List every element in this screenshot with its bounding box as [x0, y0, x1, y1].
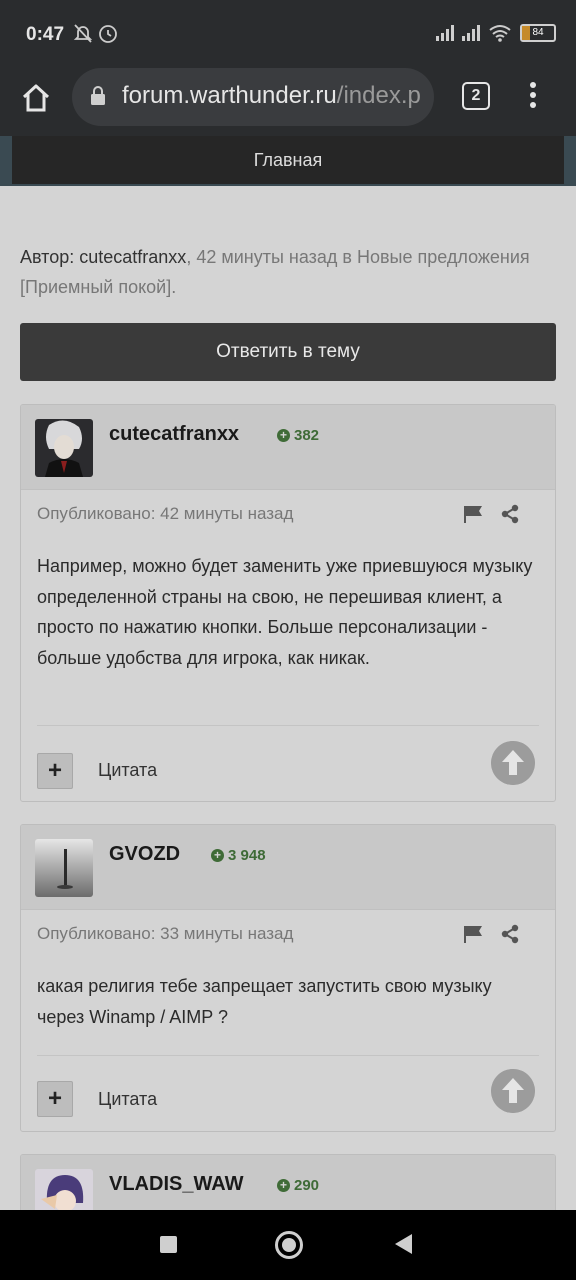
author-prefix: Автор: — [20, 247, 80, 267]
home-circle-icon[interactable] — [275, 1231, 303, 1259]
battery-icon: 84 — [520, 24, 556, 42]
mute-bell-icon — [73, 24, 117, 43]
post-header: GVOZD +3 948 — [21, 825, 555, 910]
status-time: 0:47 — [26, 24, 65, 45]
signal-icon — [462, 25, 480, 41]
upvote-icon[interactable] — [491, 741, 535, 785]
reputation-count: 382 — [294, 427, 320, 444]
multiquote-button[interactable]: + — [37, 1081, 73, 1117]
home-icon[interactable] — [18, 80, 54, 116]
browser-toolbar: forum.warthunder.ru/index.p 2 — [0, 66, 576, 136]
url-text: forum.warthunder.ru/index.p — [122, 82, 421, 110]
upvote-icon[interactable] — [491, 1069, 535, 1113]
post-author-name[interactable]: GVOZD — [109, 843, 180, 866]
lock-icon — [91, 86, 105, 105]
share-icon[interactable] — [500, 504, 520, 524]
recent-apps-icon[interactable] — [160, 1236, 177, 1253]
post-content: какая религия тебе запрещает запустить с… — [37, 976, 492, 1027]
post-content: Например, можно будет заменить уже приев… — [37, 556, 533, 668]
battery-level: 84 — [532, 27, 544, 38]
post-author-name[interactable]: VLADIS_WAW — [109, 1173, 243, 1196]
reputation-badge: +382 — [277, 427, 319, 444]
reputation-plus-icon: + — [277, 1179, 290, 1192]
signal-icon — [436, 25, 454, 41]
status-notification-icons — [72, 22, 120, 51]
address-bar[interactable]: forum.warthunder.ru/index.p — [72, 68, 434, 126]
reputation-plus-icon: + — [277, 429, 290, 442]
post-published-time: Опубликовано: 42 минуты назад — [37, 504, 294, 523]
reputation-badge: +290 — [277, 1177, 319, 1194]
system-navigation-bar — [0, 1210, 576, 1280]
reputation-count: 290 — [294, 1177, 320, 1194]
forum-post: GVOZD +3 948 Опубликовано: 33 минуты наз… — [20, 824, 556, 1132]
quote-button[interactable]: Цитата — [98, 760, 157, 781]
post-divider — [37, 1055, 539, 1056]
report-flag-icon[interactable] — [463, 925, 483, 943]
status-bar: 0:47 84 — [0, 0, 576, 66]
post-header: cutecatfranxx +382 — [21, 405, 555, 490]
reputation-count: 3 948 — [228, 847, 266, 864]
more-menu-icon[interactable] — [530, 82, 536, 112]
report-flag-icon[interactable] — [463, 505, 483, 523]
reply-to-topic-button[interactable]: Ответить в тему — [20, 323, 556, 381]
reputation-badge: +3 948 — [211, 847, 266, 864]
topic-author-line: Автор: cutecatfranxx, 42 минуты назад в … — [20, 242, 540, 302]
quote-button[interactable]: Цитата — [98, 1089, 157, 1110]
post-published-time: Опубликовано: 33 минуты назад — [37, 924, 294, 943]
back-icon[interactable] — [395, 1234, 412, 1254]
post-divider — [37, 725, 539, 726]
reputation-plus-icon: + — [211, 849, 224, 862]
wifi-icon — [489, 25, 511, 42]
url-path: /index.p — [336, 82, 421, 109]
multiquote-button[interactable]: + — [37, 753, 73, 789]
topic-author-link[interactable]: cutecatfranxx — [79, 247, 186, 267]
avatar[interactable] — [35, 839, 93, 897]
forum-post: cutecatfranxx +382 Опубликовано: 42 мину… — [20, 404, 556, 802]
nav-home-link[interactable]: Главная — [12, 136, 564, 184]
post-author-name[interactable]: cutecatfranxx — [109, 423, 239, 446]
tabs-icon[interactable]: 2 — [462, 82, 490, 110]
status-system-icons: 84 — [436, 24, 556, 42]
url-host: forum.warthunder.ru — [122, 82, 337, 109]
share-icon[interactable] — [500, 924, 520, 944]
avatar[interactable] — [35, 419, 93, 477]
